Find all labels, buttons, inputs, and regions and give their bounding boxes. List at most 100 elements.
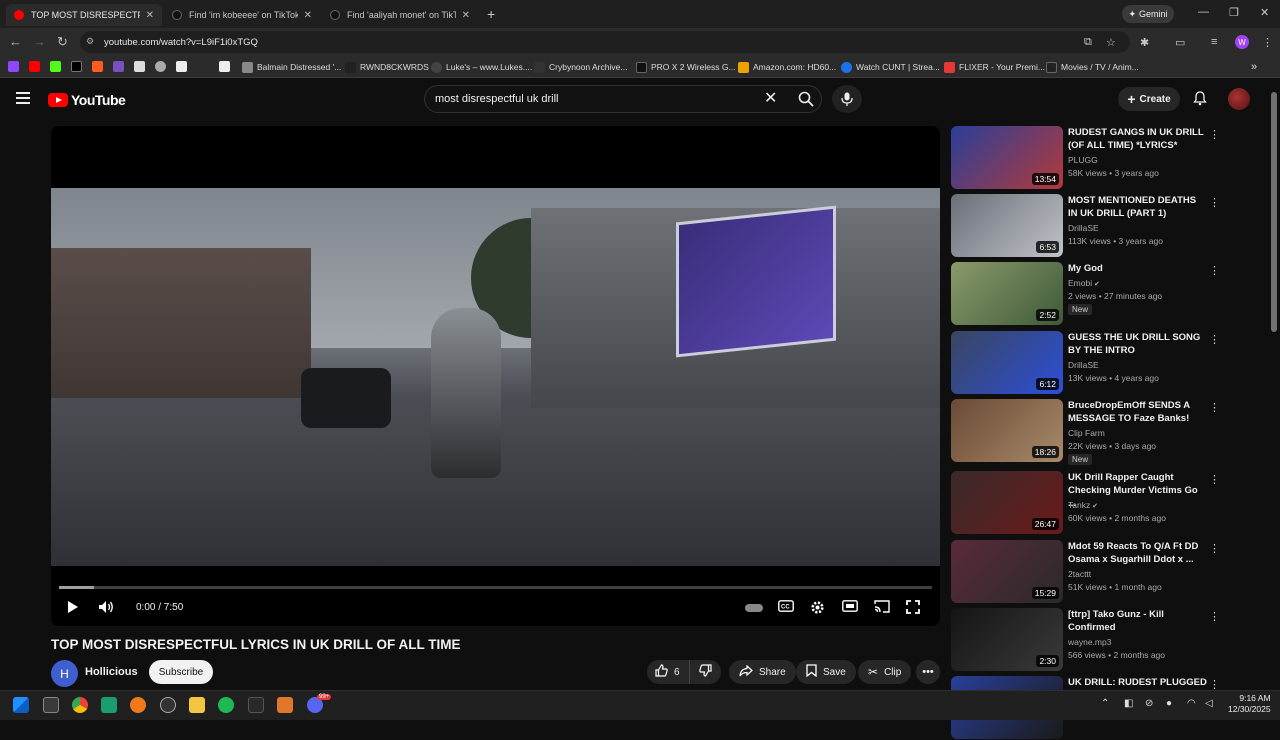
side-panel-icon[interactable]: ▭ — [1175, 36, 1185, 49]
forward-icon[interactable]: → — [33, 34, 46, 49]
minimize-icon[interactable]: — — [1198, 6, 1209, 18]
recommendation-item[interactable]: 13:54 RUDEST GANGS IN UK DRILL (OF ALL TI… — [951, 126, 1251, 190]
gemini-button[interactable]: ✦ Gemini — [1122, 5, 1174, 23]
recommendation-channel[interactable]: PLUGG — [1068, 154, 1098, 167]
wifi-icon[interactable]: ◠ — [1187, 698, 1196, 709]
recommendation-title[interactable]: [ttrp] Tako Gunz - Kill Confirmed — [1068, 608, 1208, 634]
recommendation-channel[interactable]: wayne.mp3 — [1068, 636, 1111, 649]
more-options-icon[interactable]: ⋮ — [1209, 333, 1220, 346]
hamburger-menu-icon[interactable] — [16, 92, 30, 104]
back-icon[interactable]: ← — [9, 34, 22, 49]
task-view-icon[interactable] — [43, 697, 59, 713]
app-taskbar-icon[interactable] — [160, 697, 176, 713]
spotify-taskbar-icon[interactable] — [218, 697, 234, 713]
video-thumbnail[interactable]: 15:29 — [951, 540, 1063, 603]
bookmark-icon[interactable] — [219, 61, 230, 72]
bookmark-star-icon[interactable]: ☆ — [1106, 36, 1116, 49]
speaker-icon[interactable]: ◁ — [1205, 698, 1213, 709]
media-controls-icon[interactable]: ≡ — [1211, 36, 1217, 48]
microphone-tray-icon[interactable]: ● — [1166, 698, 1172, 709]
file-explorer-icon[interactable] — [189, 697, 205, 713]
tab-close-icon[interactable]: ✕ — [304, 10, 312, 21]
profile-avatar[interactable]: W — [1235, 35, 1249, 49]
site-info-icon[interactable]: ⚙ — [86, 36, 94, 47]
tab-tiktok-1[interactable]: Find 'im kobeeee' on TikTok | Ti ✕ — [164, 4, 320, 26]
bookmark-icon[interactable] — [155, 61, 166, 72]
channel-name[interactable]: Hollicious — [85, 666, 138, 678]
bookmark-icon[interactable] — [134, 61, 145, 72]
twitch-bookmark-icon[interactable] — [8, 61, 19, 72]
search-input[interactable]: most disrespectful uk drill — [424, 85, 822, 113]
miniplayer-icon[interactable] — [842, 600, 858, 615]
clear-search-icon[interactable]: ✕ — [764, 88, 777, 108]
bookmark-icon[interactable] — [113, 61, 124, 72]
tray-app-icon[interactable]: ◧ — [1124, 698, 1133, 709]
tab-youtube[interactable]: TOP MOST DISRESPECTFUL LYRI ✕ — [6, 4, 162, 26]
tray-app-icon[interactable]: ⊘ — [1145, 698, 1153, 709]
autoplay-toggle[interactable] — [745, 604, 763, 612]
recommendation-title[interactable]: My God — [1068, 262, 1208, 275]
extensions-icon[interactable]: ✱ — [1140, 36, 1149, 49]
video-progress-bar[interactable] — [59, 586, 932, 589]
more-options-icon[interactable]: ⋮ — [1209, 196, 1220, 209]
video-thumbnail[interactable]: 6:12 — [951, 331, 1063, 394]
recommendation-item[interactable]: 2:52 My God Emobi ✔ 2 views • 27 minutes ag… — [951, 262, 1251, 326]
bookmarks-overflow-icon[interactable]: » — [1251, 60, 1257, 74]
recommendation-channel[interactable]: 2tacttt — [1068, 568, 1091, 581]
save-button[interactable]: Save — [796, 660, 856, 684]
dislike-button[interactable] — [689, 660, 721, 684]
tab-close-icon[interactable]: ✕ — [462, 10, 470, 21]
more-actions-icon[interactable]: ••• — [916, 660, 940, 684]
system-clock[interactable]: 9:16 AM 12/30/2025 — [1228, 693, 1271, 715]
subscribe-button[interactable]: Subscribe — [149, 660, 213, 684]
recommendation-channel[interactable]: DrillaSE — [1068, 222, 1099, 235]
share-button[interactable]: Share — [729, 660, 796, 684]
volume-icon[interactable] — [98, 600, 115, 617]
settings-gear-icon[interactable] — [810, 600, 825, 618]
recommendation-item[interactable]: 26:47 UK Drill Rapper Caught Checking Mur… — [951, 471, 1251, 535]
brave-taskbar-icon[interactable] — [130, 697, 146, 713]
recommendation-item[interactable]: 2:30 [ttrp] Tako Gunz - Kill Confirmed way… — [951, 608, 1251, 672]
tab-tiktok-2[interactable]: Find 'aaliyah monet' on TikTok ✕ — [322, 4, 478, 26]
video-thumbnail[interactable]: 6:53 — [951, 194, 1063, 257]
more-options-icon[interactable]: ⋮ — [1209, 401, 1220, 414]
video-thumbnail[interactable]: 18:26 — [951, 399, 1063, 462]
address-bar[interactable]: youtube.com/watch?v=L9iF1i0xTGQ — [80, 31, 1130, 53]
captions-icon[interactable]: CC — [778, 600, 794, 615]
chrome-menu-icon[interactable]: ⋮ — [1262, 36, 1273, 49]
chrome-taskbar-icon[interactable] — [72, 697, 88, 713]
more-options-icon[interactable]: ⋮ — [1209, 473, 1220, 486]
account-avatar[interactable] — [1228, 88, 1250, 110]
windows-start-icon[interactable] — [13, 697, 29, 713]
recommendation-title[interactable]: MOST MENTIONED DEATHS IN UK DRILL (PART … — [1068, 194, 1208, 220]
recommendation-channel[interactable]: DrillaSE — [1068, 359, 1099, 372]
recommendation-title[interactable]: Mdot 59 Reacts To Q/A Ft DD Osama x Suga… — [1068, 540, 1208, 566]
search-button[interactable] — [790, 85, 822, 113]
recommendation-title[interactable]: RUDEST GANGS IN UK DRILL (OF ALL TIME) *… — [1068, 126, 1208, 152]
kick-bookmark-icon[interactable] — [50, 61, 61, 72]
bookmark-icon[interactable] — [176, 61, 187, 72]
recommendation-item[interactable]: 6:12 GUESS THE UK DRILL SONG BY THE INTRO… — [951, 331, 1251, 395]
like-button[interactable]: 6 — [647, 660, 689, 684]
bookmark-item[interactable]: RWND8CKWRDS — [345, 60, 429, 74]
page-scrollbar[interactable] — [1271, 92, 1277, 332]
cast-icon[interactable] — [874, 600, 890, 616]
bookmark-item[interactable]: Amazon.com: HD60... — [738, 60, 836, 74]
recommendation-title[interactable]: BruceDropEmOff SENDS A MESSAGE TO Faze B… — [1068, 399, 1208, 425]
recommendation-item[interactable]: 6:53 MOST MENTIONED DEATHS IN UK DRILL (P… — [951, 194, 1251, 258]
more-options-icon[interactable]: ⋮ — [1209, 264, 1220, 277]
install-app-icon[interactable]: ⧉ — [1084, 36, 1092, 49]
bookmark-item[interactable]: Watch CUNT | Strea... — [841, 60, 940, 74]
video-thumbnail[interactable]: 26:47 — [951, 471, 1063, 534]
voice-search-button[interactable] — [832, 85, 862, 113]
app-taskbar-icon[interactable] — [248, 697, 264, 713]
recommendation-channel[interactable]: Tankz ✔ — [1068, 499, 1098, 513]
bookmark-item[interactable]: Movies / TV / Anim... — [1046, 60, 1139, 74]
bookmark-item[interactable]: Crybynoon Archive... — [534, 60, 627, 74]
clip-button[interactable]: ✂ Clip — [858, 660, 912, 684]
youtube-logo[interactable]: YouTube — [48, 92, 126, 108]
recommendation-channel[interactable]: Clip Farm — [1068, 427, 1105, 440]
reload-icon[interactable]: ↻ — [57, 34, 68, 50]
youtube-bookmark-icon[interactable] — [29, 61, 40, 72]
more-options-icon[interactable]: ⋮ — [1209, 542, 1220, 555]
